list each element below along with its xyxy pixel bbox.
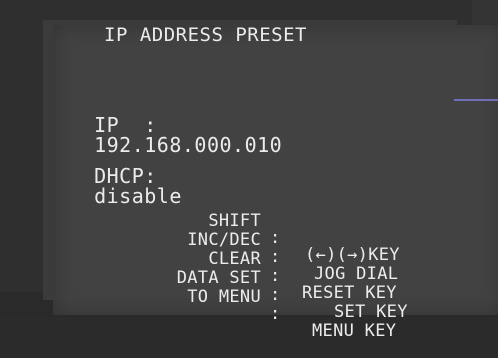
key-guide-row-clear: CLEAR : RESET KEY [116,234,456,302]
key-guide-separator: : [270,304,281,324]
key-guide-row-to-menu: TO MENU : MENU KEY [116,272,456,340]
cable-line [454,99,498,101]
key-guide-label: TO MENU [187,287,261,307]
key-guide-value: MENU KEY [312,321,397,341]
key-guide-row-inc-dec: INC/DEC : JOG DIAL [116,215,456,283]
key-guide-row-shift: SHIFT : (←)(→)KEY [116,196,456,264]
page-title: IP ADDRESS PRESET [104,24,307,46]
key-guide-value: SET KEY [334,302,408,322]
key-guide-row-data-set: DATA SET : SET KEY [116,253,456,321]
